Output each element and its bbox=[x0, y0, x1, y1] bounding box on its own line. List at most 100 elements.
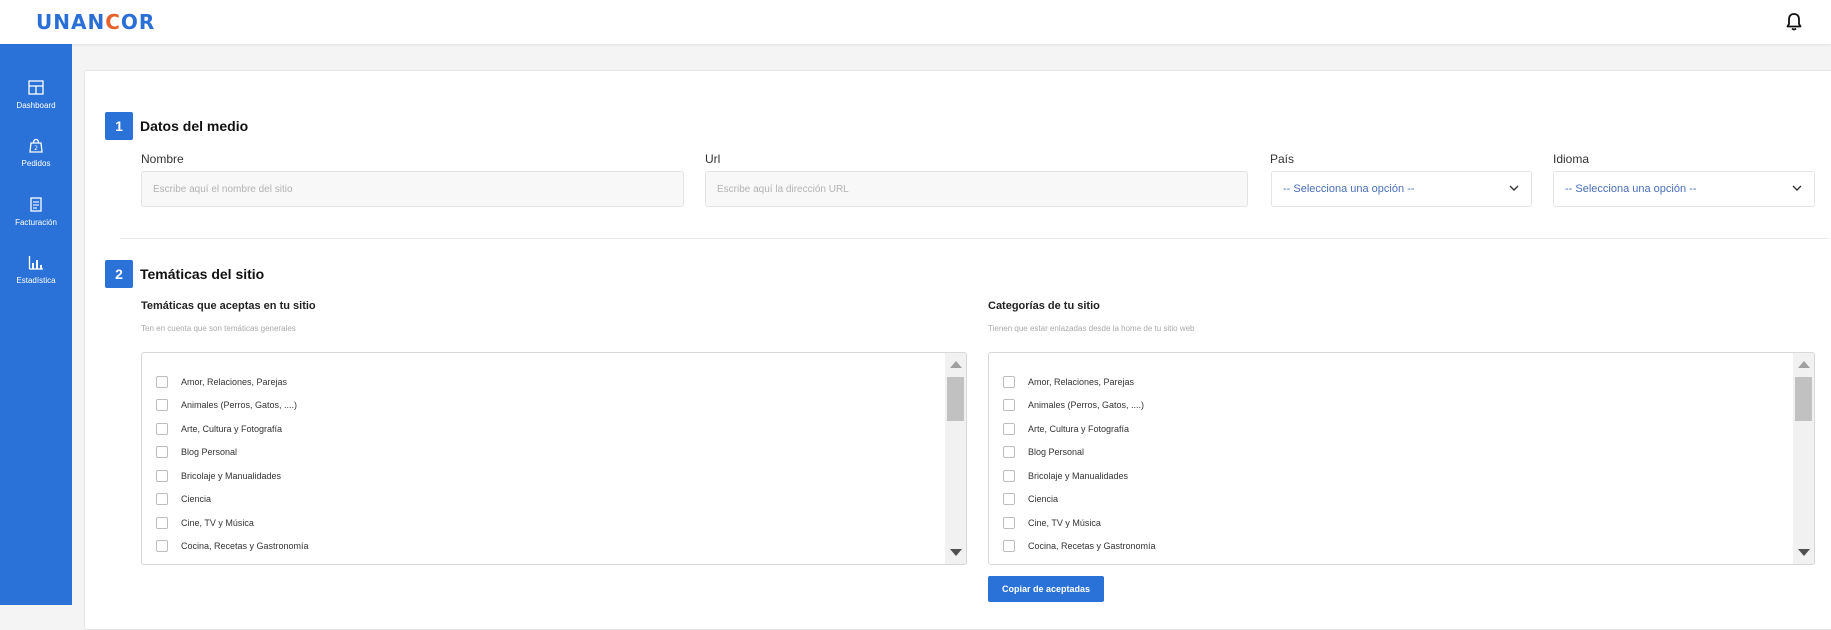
checkbox[interactable] bbox=[1003, 517, 1015, 529]
tematicas-aceptas-items: Amor, Relaciones, Parejas Animales (Perro… bbox=[156, 370, 309, 565]
list-item[interactable]: Blog Personal bbox=[156, 441, 309, 465]
scroll-up-arrow[interactable] bbox=[1798, 361, 1810, 368]
checkbox[interactable] bbox=[1003, 423, 1015, 435]
list-item-label: Bricolaje y Manualidades bbox=[1028, 471, 1128, 481]
section-title-datos: Datos del medio bbox=[140, 118, 248, 134]
checkbox[interactable] bbox=[156, 493, 168, 505]
idioma-select[interactable]: -- Selecciona una opción -- bbox=[1553, 171, 1815, 207]
scrollbar[interactable] bbox=[1793, 353, 1814, 564]
checkbox[interactable] bbox=[1003, 540, 1015, 552]
list-item[interactable]: Bricolaje y Manualidades bbox=[156, 464, 309, 488]
list-item[interactable]: Cocina, Recetas y Gastronomía bbox=[1003, 535, 1156, 559]
list-item[interactable]: Cine, TV y Música bbox=[1003, 511, 1156, 535]
nombre-input[interactable] bbox=[141, 171, 684, 207]
list-item-label: Blog Personal bbox=[181, 447, 237, 457]
svg-text:2: 2 bbox=[34, 145, 38, 152]
url-label: Url bbox=[705, 152, 720, 166]
list-item-label: Cocina, Recetas y Gastronomía bbox=[181, 541, 309, 551]
list-item[interactable]: Animales (Perros, Gatos, ....) bbox=[156, 394, 309, 418]
sidebar-item-facturacion[interactable]: Facturación bbox=[0, 197, 72, 227]
list-item-label: Cine, TV y Música bbox=[1028, 518, 1101, 528]
checkbox[interactable] bbox=[1003, 446, 1015, 458]
pais-label: País bbox=[1270, 152, 1294, 166]
list-item-label: Arte, Cultura y Fotografía bbox=[1028, 424, 1129, 434]
tematicas-aceptas-list[interactable]: Amor, Relaciones, Parejas Animales (Perro… bbox=[141, 352, 967, 565]
scroll-thumb[interactable] bbox=[1795, 377, 1812, 421]
scrollbar[interactable] bbox=[945, 353, 966, 564]
list-item-label: Ciencia bbox=[181, 494, 211, 504]
section-divider bbox=[120, 238, 1830, 239]
scroll-thumb[interactable] bbox=[947, 377, 964, 421]
top-bar: UNANCOR bbox=[0, 0, 1831, 44]
sidebar-item-dashboard[interactable]: Dashboard bbox=[0, 80, 72, 110]
sidebar-item-label: Pedidos bbox=[0, 159, 72, 168]
chevron-down-icon bbox=[1509, 185, 1519, 192]
checkbox[interactable] bbox=[156, 376, 168, 388]
nombre-label: Nombre bbox=[141, 152, 184, 166]
list-item-label: Animales (Perros, Gatos, ....) bbox=[181, 400, 297, 410]
chart-icon bbox=[28, 255, 44, 270]
list-item[interactable]: Deportes bbox=[1003, 558, 1156, 565]
list-item[interactable]: Amor, Relaciones, Parejas bbox=[156, 370, 309, 394]
sidebar-item-estadistica[interactable]: Estadística bbox=[0, 255, 72, 285]
copiar-aceptadas-button[interactable]: Copiar de aceptadas bbox=[988, 576, 1104, 602]
categorias-list[interactable]: Amor, Relaciones, Parejas Animales (Perro… bbox=[988, 352, 1815, 565]
scroll-down-arrow[interactable] bbox=[950, 549, 962, 556]
checkbox[interactable] bbox=[156, 540, 168, 552]
checkbox[interactable] bbox=[1003, 376, 1015, 388]
list-item-label: Animales (Perros, Gatos, ....) bbox=[1028, 400, 1144, 410]
scroll-down-arrow[interactable] bbox=[1798, 549, 1810, 556]
list-item[interactable]: Cocina, Recetas y Gastronomía bbox=[156, 535, 309, 559]
list-item-label: Ciencia bbox=[1028, 494, 1058, 504]
logo-text-1: UNAN bbox=[36, 10, 105, 34]
checkbox[interactable] bbox=[156, 446, 168, 458]
list-item[interactable]: Arte, Cultura y Fotografía bbox=[156, 417, 309, 441]
sidebar-item-label: Dashboard bbox=[0, 101, 72, 110]
bag-icon: 2 bbox=[28, 138, 44, 153]
checkbox[interactable] bbox=[1003, 399, 1015, 411]
list-item-label: Amor, Relaciones, Parejas bbox=[1028, 377, 1134, 387]
list-item[interactable]: Bricolaje y Manualidades bbox=[1003, 464, 1156, 488]
step-badge-1: 1 bbox=[105, 112, 133, 140]
checkbox[interactable] bbox=[156, 423, 168, 435]
invoice-icon bbox=[28, 197, 44, 212]
checkbox[interactable] bbox=[1003, 470, 1015, 482]
sidebar-item-pedidos[interactable]: 2 Pedidos bbox=[0, 138, 72, 168]
step-badge-2: 2 bbox=[105, 260, 133, 288]
logo[interactable]: UNANCOR bbox=[36, 10, 155, 34]
list-item-label: Arte, Cultura y Fotografía bbox=[181, 424, 282, 434]
checkbox[interactable] bbox=[1003, 493, 1015, 505]
categorias-title: Categorías de tu sitio bbox=[988, 300, 1100, 312]
list-item[interactable]: Ciencia bbox=[156, 488, 309, 512]
scroll-up-arrow[interactable] bbox=[950, 361, 962, 368]
tematicas-aceptas-title: Temáticas que aceptas en tu sitio bbox=[141, 300, 316, 312]
checkbox[interactable] bbox=[156, 564, 168, 565]
bell-icon[interactable] bbox=[1785, 12, 1803, 32]
logo-text-2: OR bbox=[121, 10, 155, 34]
list-item[interactable]: Animales (Perros, Gatos, ....) bbox=[1003, 394, 1156, 418]
dashboard-icon bbox=[28, 80, 44, 95]
sidebar: Dashboard 2 Pedidos Facturación Estadíst… bbox=[0, 44, 72, 605]
chevron-down-icon bbox=[1792, 185, 1802, 192]
list-item[interactable]: Blog Personal bbox=[1003, 441, 1156, 465]
logo-text-accent: C bbox=[105, 10, 121, 34]
list-item[interactable]: Cine, TV y Música bbox=[156, 511, 309, 535]
checkbox[interactable] bbox=[1003, 564, 1015, 565]
idioma-label: Idioma bbox=[1553, 152, 1589, 166]
checkbox[interactable] bbox=[156, 399, 168, 411]
checkbox[interactable] bbox=[156, 517, 168, 529]
list-item-label: Blog Personal bbox=[1028, 447, 1084, 457]
list-item[interactable]: Arte, Cultura y Fotografía bbox=[1003, 417, 1156, 441]
url-input[interactable] bbox=[705, 171, 1248, 207]
sidebar-item-label: Estadística bbox=[0, 276, 72, 285]
checkbox[interactable] bbox=[156, 470, 168, 482]
sidebar-item-label: Facturación bbox=[0, 218, 72, 227]
pais-select[interactable]: -- Selecciona una opción -- bbox=[1271, 171, 1532, 207]
list-item-label: Bricolaje y Manualidades bbox=[181, 471, 281, 481]
list-item[interactable]: Amor, Relaciones, Parejas bbox=[1003, 370, 1156, 394]
list-item[interactable]: Deportes bbox=[156, 558, 309, 565]
categorias-items: Amor, Relaciones, Parejas Animales (Perro… bbox=[1003, 370, 1156, 565]
categorias-hint: Tienen que estar enlazadas desde la home… bbox=[988, 324, 1195, 333]
list-item[interactable]: Ciencia bbox=[1003, 488, 1156, 512]
pais-select-value: -- Selecciona una opción -- bbox=[1283, 183, 1414, 195]
